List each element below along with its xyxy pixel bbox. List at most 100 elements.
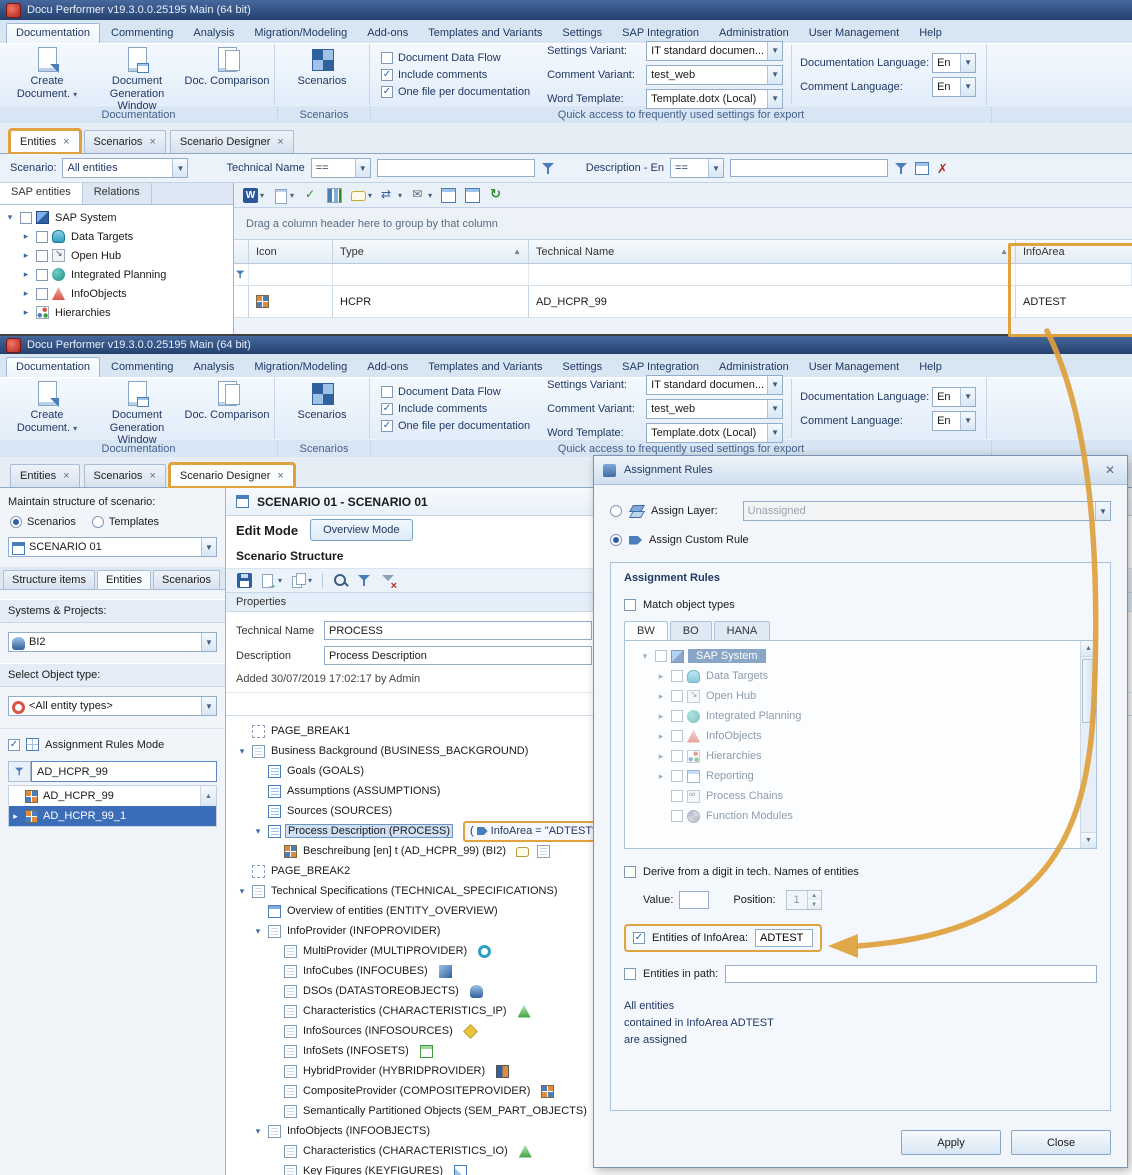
- expander-icon[interactable]: ▾: [252, 926, 264, 937]
- dropdown-caret-icon[interactable]: ▼: [708, 159, 723, 177]
- include-comments-option[interactable]: Include comments: [381, 69, 530, 81]
- doc-comparison-button[interactable]: Doc. Comparison: [182, 45, 272, 104]
- expander-icon[interactable]: ▾: [252, 826, 264, 837]
- dropdown-caret-icon[interactable]: ▼: [960, 412, 975, 430]
- document-tab-entities[interactable]: Entities×: [10, 464, 80, 487]
- tree-item-infoobjects[interactable]: ▸InfoObjects: [635, 726, 1078, 746]
- expander-icon[interactable]: ▸: [655, 731, 667, 742]
- tab-entities[interactable]: Entities: [97, 570, 151, 589]
- expander-icon[interactable]: ▸: [20, 231, 32, 242]
- comment-language-select[interactable]: En▼: [932, 77, 976, 97]
- filter-button[interactable]: [354, 571, 375, 590]
- tree-item-hierarchies[interactable]: ▸Hierarchies: [0, 303, 233, 322]
- item-checkbox[interactable]: [671, 770, 683, 782]
- expander-icon[interactable]: ▾: [236, 886, 248, 897]
- document-data-flow-option[interactable]: Document Data Flow: [381, 52, 530, 64]
- dropdown-caret-icon[interactable]: ▼: [960, 388, 975, 406]
- entities-of-infoarea-checkbox[interactable]: [633, 932, 645, 944]
- entity-grid-row[interactable]: HCPR AD_HCPR_99 ADTEST: [234, 286, 1132, 318]
- validate-button[interactable]: [300, 186, 321, 205]
- document-data-flow-checkbox[interactable]: [381, 52, 393, 64]
- document-button[interactable]: ▾: [270, 186, 297, 205]
- ribbon-tab-add-ons[interactable]: Add-ons: [358, 358, 417, 377]
- refresh-button[interactable]: [486, 186, 507, 205]
- tree-item-hierarchies[interactable]: ▸Hierarchies: [635, 746, 1078, 766]
- scroll-up-icon[interactable]: ▲: [1081, 641, 1096, 657]
- scroll-thumb[interactable]: [1082, 659, 1095, 723]
- match-object-types-checkbox[interactable]: [624, 599, 636, 611]
- dropdown-caret-icon[interactable]: ▼: [201, 697, 216, 715]
- system-select[interactable]: BI2▼: [8, 632, 217, 652]
- tab-sap-entities[interactable]: SAP entities: [0, 183, 83, 204]
- document-tab-entities[interactable]: Entities×: [10, 130, 80, 153]
- tab-close-icon[interactable]: ×: [149, 136, 155, 148]
- column-header-type[interactable]: Type▲: [333, 240, 529, 263]
- create-document-button[interactable]: Create Document. ▾: [2, 379, 92, 438]
- ribbon-tab-user-management[interactable]: User Management: [800, 358, 909, 377]
- filter-cell-infoarea[interactable]: [1016, 264, 1132, 285]
- entity-row-ad-hcpr-99[interactable]: AD_HCPR_99: [9, 786, 216, 806]
- doc-comparison-button[interactable]: Doc. Comparison: [182, 379, 272, 438]
- ribbon-tab-templates-and-variants[interactable]: Templates and Variants: [419, 358, 551, 377]
- ribbon-tab-user-management[interactable]: User Management: [800, 24, 909, 43]
- tree-item-data-targets[interactable]: ▸Data Targets: [635, 666, 1078, 686]
- clear-filter-button[interactable]: [378, 571, 399, 590]
- dropdown-caret-icon[interactable]: ▼: [767, 400, 782, 418]
- mail-export-button[interactable]: ▾: [408, 186, 435, 205]
- create-document-button[interactable]: Create Document. ▾: [2, 45, 92, 104]
- expander-icon[interactable]: ▾: [252, 1126, 264, 1137]
- ribbon-tab-help[interactable]: Help: [910, 24, 951, 43]
- object-type-select[interactable]: <All entity types>▼: [8, 696, 217, 716]
- ribbon-tab-add-ons[interactable]: Add-ons: [358, 24, 417, 43]
- item-checkbox[interactable]: [671, 750, 683, 762]
- one-file-checkbox[interactable]: [381, 86, 393, 98]
- entity-filter-input[interactable]: AD_HCPR_99: [31, 761, 217, 782]
- expander-icon[interactable]: ▸: [655, 671, 667, 682]
- dropdown-caret-icon[interactable]: ▼: [960, 78, 975, 96]
- derive-digit-checkbox[interactable]: [624, 866, 636, 878]
- tree-item-open-hub[interactable]: ▸Open Hub: [635, 686, 1078, 706]
- ribbon-tab-migration-modeling[interactable]: Migration/Modeling: [245, 358, 356, 377]
- tree-item-integrated-planning[interactable]: ▸Integrated Planning: [635, 706, 1078, 726]
- expander-icon[interactable]: ▾: [639, 651, 651, 662]
- ribbon-tab-documentation[interactable]: Documentation: [6, 357, 100, 377]
- document-data-flow-option[interactable]: Document Data Flow: [381, 386, 530, 398]
- tab-close-icon[interactable]: ×: [277, 136, 283, 148]
- description-operator-select[interactable]: ==▼: [670, 158, 724, 178]
- apply-button[interactable]: Apply: [901, 1130, 1001, 1155]
- dropdown-caret-icon[interactable]: ▼: [767, 424, 782, 442]
- filter-cell-technical-name[interactable]: [529, 264, 1016, 285]
- tree-item-integrated-planning[interactable]: ▸Integrated Planning: [0, 265, 233, 284]
- filter-icon[interactable]: [894, 161, 909, 176]
- zoom-button[interactable]: [330, 571, 351, 590]
- item-checkbox[interactable]: [671, 690, 683, 702]
- tree-item-open-hub[interactable]: ▸Open Hub: [0, 246, 233, 265]
- expander-icon[interactable]: ▾: [236, 746, 248, 757]
- tab-close-icon[interactable]: ×: [149, 470, 155, 482]
- tab-close-icon[interactable]: ×: [277, 470, 283, 482]
- one-file-checkbox[interactable]: [381, 420, 393, 432]
- dropdown-caret-icon[interactable]: ▼: [767, 42, 782, 60]
- ribbon-tab-documentation[interactable]: Documentation: [6, 23, 100, 43]
- dropdown-caret-icon[interactable]: ▼: [201, 633, 216, 651]
- radio-scenarios[interactable]: Scenarios: [10, 516, 76, 528]
- tree-item-data-targets[interactable]: ▸Data Targets: [0, 227, 233, 246]
- expander-icon[interactable]: ▾: [4, 212, 16, 223]
- item-checkbox[interactable]: [655, 650, 667, 662]
- item-checkbox[interactable]: [671, 670, 683, 682]
- scenarios-button[interactable]: Scenarios: [277, 45, 367, 104]
- transfer-button[interactable]: ▾: [378, 186, 405, 205]
- title-bar[interactable]: Docu Performer v19.3.0.0.25195 Main (64 …: [0, 336, 1132, 354]
- layout-icon[interactable]: [915, 162, 929, 175]
- description-filter-input[interactable]: [730, 159, 888, 177]
- assign-layer-radio[interactable]: [610, 505, 622, 517]
- dropdown-caret-icon[interactable]: ▼: [767, 90, 782, 108]
- scenario-select[interactable]: SCENARIO 01▼: [8, 537, 217, 557]
- document-generation-window-button[interactable]: Document Generation Window: [92, 379, 182, 438]
- templates-radio[interactable]: [92, 516, 104, 528]
- scroll-up-icon[interactable]: ▲: [200, 786, 216, 806]
- position-stepper[interactable]: 1 ▲▼: [786, 890, 822, 910]
- technical-name-input[interactable]: [324, 621, 592, 640]
- item-checkbox[interactable]: [20, 212, 32, 224]
- column-header-technical-name[interactable]: Technical Name▲: [529, 240, 1016, 263]
